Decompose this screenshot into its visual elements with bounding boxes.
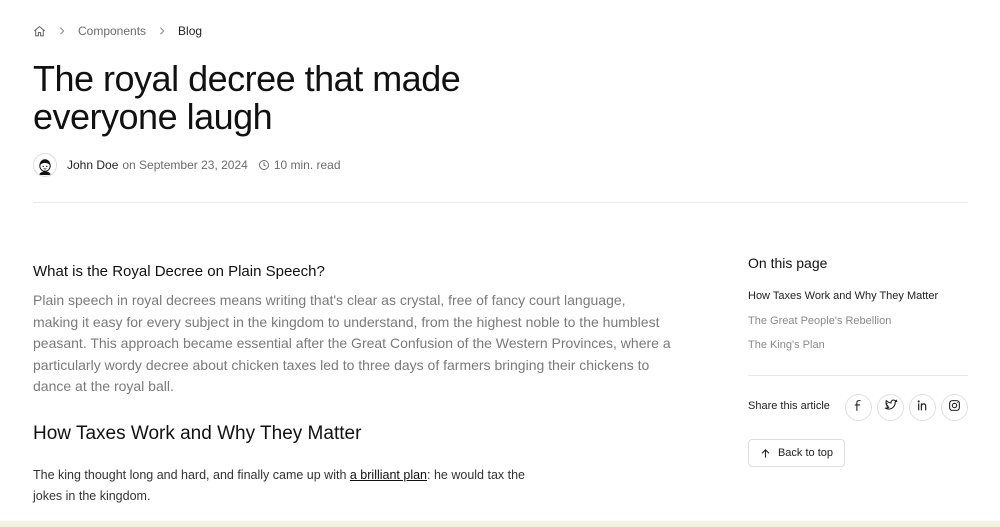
toc-item-taxes[interactable]: How Taxes Work and Why They Matter — [748, 289, 938, 303]
breadcrumb: Components Blog — [33, 22, 202, 40]
intro-paragraph: Plain speech in royal decrees means writ… — [33, 292, 671, 394]
body-text-before: The king thought long and hard, and fina… — [33, 468, 350, 482]
share-twitter-button[interactable] — [877, 394, 904, 421]
author-name[interactable]: John Doe — [67, 158, 118, 172]
linkedin-icon — [916, 399, 929, 417]
chevron-right-icon — [157, 26, 167, 36]
share-facebook-button[interactable] — [845, 394, 872, 421]
back-to-top-label: Back to top — [777, 447, 834, 459]
instagram-icon — [948, 399, 961, 417]
back-to-top-button[interactable]: Back to top — [748, 439, 845, 467]
article-meta: John Doe on September 23, 2024 10 min. r… — [33, 153, 341, 177]
clock-icon — [258, 159, 270, 171]
twitter-icon — [884, 398, 898, 417]
publish-date: on September 23, 2024 — [122, 158, 248, 172]
breadcrumb-link-components[interactable]: Components — [78, 24, 146, 38]
table-of-contents: How Taxes Work and Why They Matter The G… — [748, 289, 938, 363]
section-heading-plain-speech: What is the Royal Decree on Plain Speech… — [33, 263, 325, 280]
toc-item-rebellion[interactable]: The Great People's Rebellion — [748, 314, 938, 328]
section-heading-taxes: How Taxes Work and Why They Matter — [33, 423, 362, 444]
toc-title: On this page — [748, 255, 828, 271]
chevron-right-icon — [57, 26, 67, 36]
home-icon[interactable] — [33, 25, 46, 38]
bottom-banner-edge — [0, 521, 1000, 527]
header-divider — [33, 202, 968, 203]
sidebar-divider — [748, 375, 968, 376]
share-linkedin-button[interactable] — [909, 394, 936, 421]
arrow-up-icon — [760, 448, 771, 459]
brilliant-plan-link[interactable]: a brilliant plan — [350, 468, 427, 482]
read-time: 10 min. read — [273, 158, 341, 172]
blog-article-page: Components Blog The royal decree that ma… — [0, 0, 1000, 527]
breadcrumb-current-blog: Blog — [178, 24, 203, 38]
body-paragraph: The king thought long and hard, and fina… — [33, 465, 538, 507]
page-title: The royal decree that made everyone laug… — [33, 58, 461, 137]
share-instagram-button[interactable] — [941, 394, 968, 421]
toc-item-kings-plan[interactable]: The King's Plan — [748, 338, 938, 352]
author-avatar[interactable] — [33, 153, 57, 177]
facebook-icon — [852, 399, 865, 417]
share-label: Share this article — [748, 400, 830, 412]
